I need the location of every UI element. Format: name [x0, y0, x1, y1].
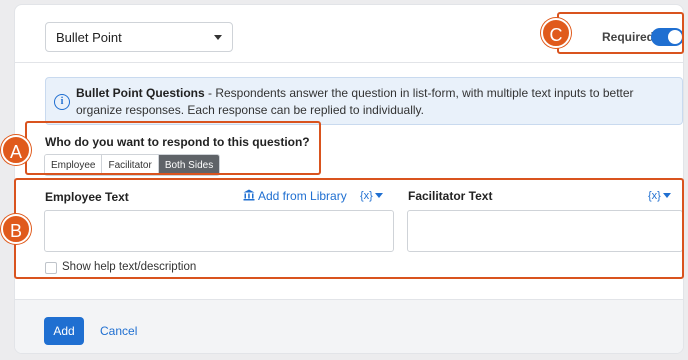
callout-box-c	[557, 12, 684, 54]
callout-badge-c: C	[541, 18, 571, 48]
header-divider	[15, 62, 683, 63]
cancel-button[interactable]: Cancel	[100, 324, 137, 338]
question-type-value: Bullet Point	[56, 30, 122, 45]
info-banner: i Bullet Point Questions - Respondents a…	[45, 77, 683, 125]
callout-badge-a: A	[1, 135, 31, 165]
callout-badge-b: B	[1, 214, 31, 244]
info-text: Bullet Point Questions - Respondents ans…	[76, 85, 676, 119]
chevron-down-icon	[214, 35, 222, 40]
info-icon: i	[54, 94, 70, 110]
add-button[interactable]: Add	[44, 317, 84, 345]
callout-box-b	[14, 178, 684, 279]
info-title: Bullet Point Questions	[76, 86, 205, 100]
callout-box-a	[25, 121, 321, 175]
question-type-select[interactable]: Bullet Point	[45, 22, 233, 52]
